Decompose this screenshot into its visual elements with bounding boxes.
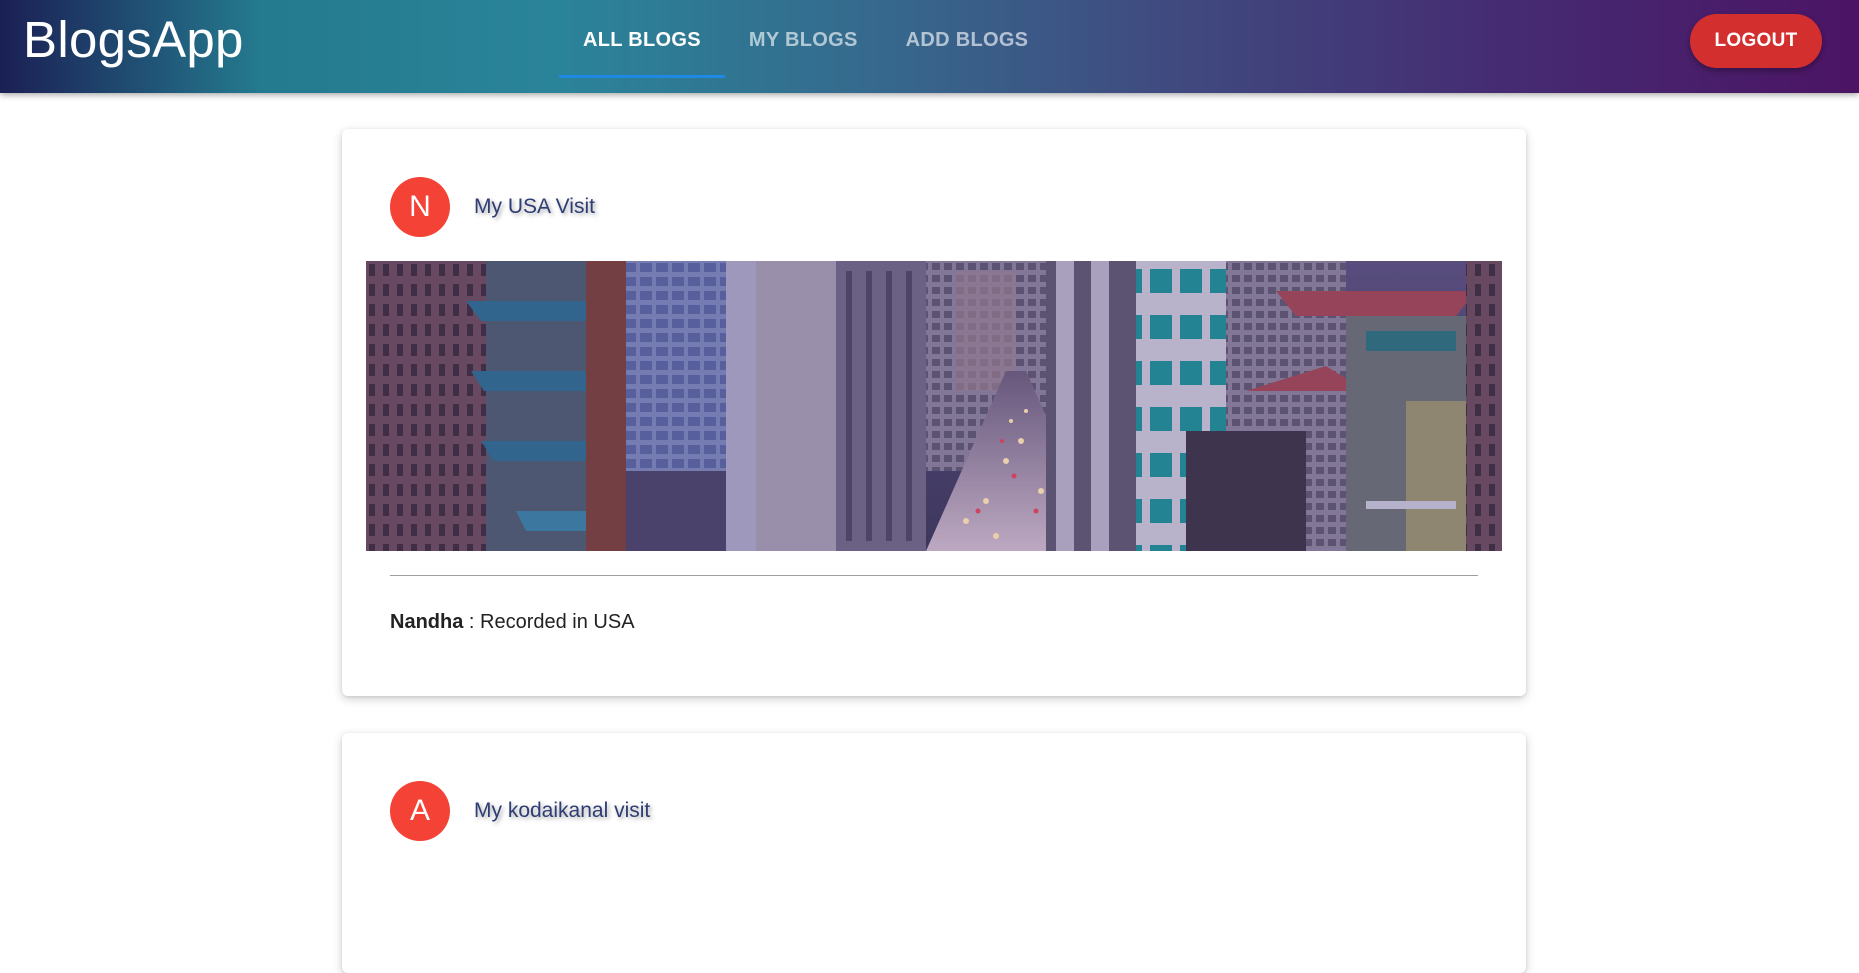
active-tab-indicator (559, 75, 725, 78)
app-title: BlogsApp (23, 11, 244, 68)
city-street-photo-icon (366, 261, 1502, 551)
tab-add-blogs-label: ADD BLOGS (905, 28, 1029, 51)
blog-card[interactable]: A My kodaikanal visit (342, 733, 1526, 973)
blog-caption: Nandha : Recorded in USA (390, 609, 635, 635)
tab-my-blogs[interactable]: MY BLOGS (725, 0, 882, 80)
blog-title: My USA Visit (474, 195, 595, 218)
blog-title: My kodaikanal visit (474, 799, 651, 822)
blog-description: Recorded in USA (480, 611, 635, 633)
app-header: BlogsApp ALL BLOGS MY BLOGS ADD BLOGS LO… (0, 0, 1859, 93)
blog-card[interactable]: N My USA Visit Nandha: Recorded in USA (342, 129, 1526, 696)
tab-my-blogs-label: MY BLOGS (748, 28, 858, 51)
tab-all-blogs-label: ALL BLOGS (583, 28, 701, 51)
tab-all-blogs[interactable]: ALL BLOGS (559, 0, 725, 80)
tab-add-blogs[interactable]: ADD BLOGS (882, 0, 1053, 80)
blog-image (366, 261, 1502, 551)
divider (390, 575, 1478, 576)
avatar: N (390, 177, 450, 237)
logout-button[interactable]: LOGOUT (1690, 14, 1822, 68)
caption-separator: : (463, 611, 481, 633)
nav-tabs: ALL BLOGS MY BLOGS ADD BLOGS (559, 0, 1052, 93)
avatar: A (390, 781, 450, 841)
blog-author: Nandha (390, 611, 464, 633)
